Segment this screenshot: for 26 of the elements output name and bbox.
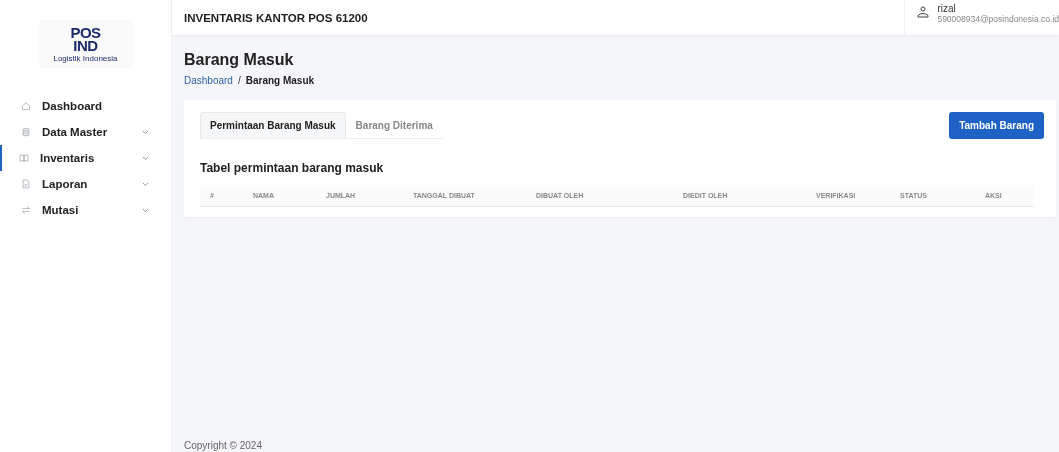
logo-text: POS xyxy=(70,25,101,39)
breadcrumb-current: Barang Masuk xyxy=(245,75,315,86)
logo-tagline: Logistik Indonesia xyxy=(53,53,118,63)
add-item-button[interactable]: Tambah Barang xyxy=(949,112,1044,139)
arrows-icon xyxy=(21,205,31,215)
file-icon xyxy=(21,179,31,189)
user-icon xyxy=(917,6,930,18)
sidebar-item[interactable]: Mutasi xyxy=(0,197,171,223)
sidebar-item[interactable]: Laporan xyxy=(0,171,171,197)
copyright-text: Copyright © 2024 xyxy=(184,440,263,452)
table-title: Tabel permintaan barang masuk xyxy=(200,161,385,175)
database-icon xyxy=(21,127,31,137)
sidebar-item[interactable]: Inventaris xyxy=(0,145,171,171)
logo-text: IND xyxy=(73,38,98,52)
breadcrumb-link[interactable]: Dashboard xyxy=(184,75,233,86)
app-title: INVENTARIS KANTOR POS 61200 xyxy=(183,11,369,24)
breadcrumb-separator: / xyxy=(237,75,241,86)
sidebar-item[interactable]: Data Master xyxy=(0,119,171,145)
page-title: Barang Masuk xyxy=(184,51,295,69)
sidebar-item[interactable]: Dashboard xyxy=(0,93,171,119)
tab[interactable]: Barang Diterima xyxy=(345,112,443,138)
user-email: 590008934@posindonesia.co.id xyxy=(937,14,1059,24)
user-name: rizal xyxy=(937,3,957,14)
home-icon xyxy=(21,101,31,111)
tab[interactable]: Permintaan Barang Masuk xyxy=(200,112,346,138)
book-icon xyxy=(19,153,29,163)
